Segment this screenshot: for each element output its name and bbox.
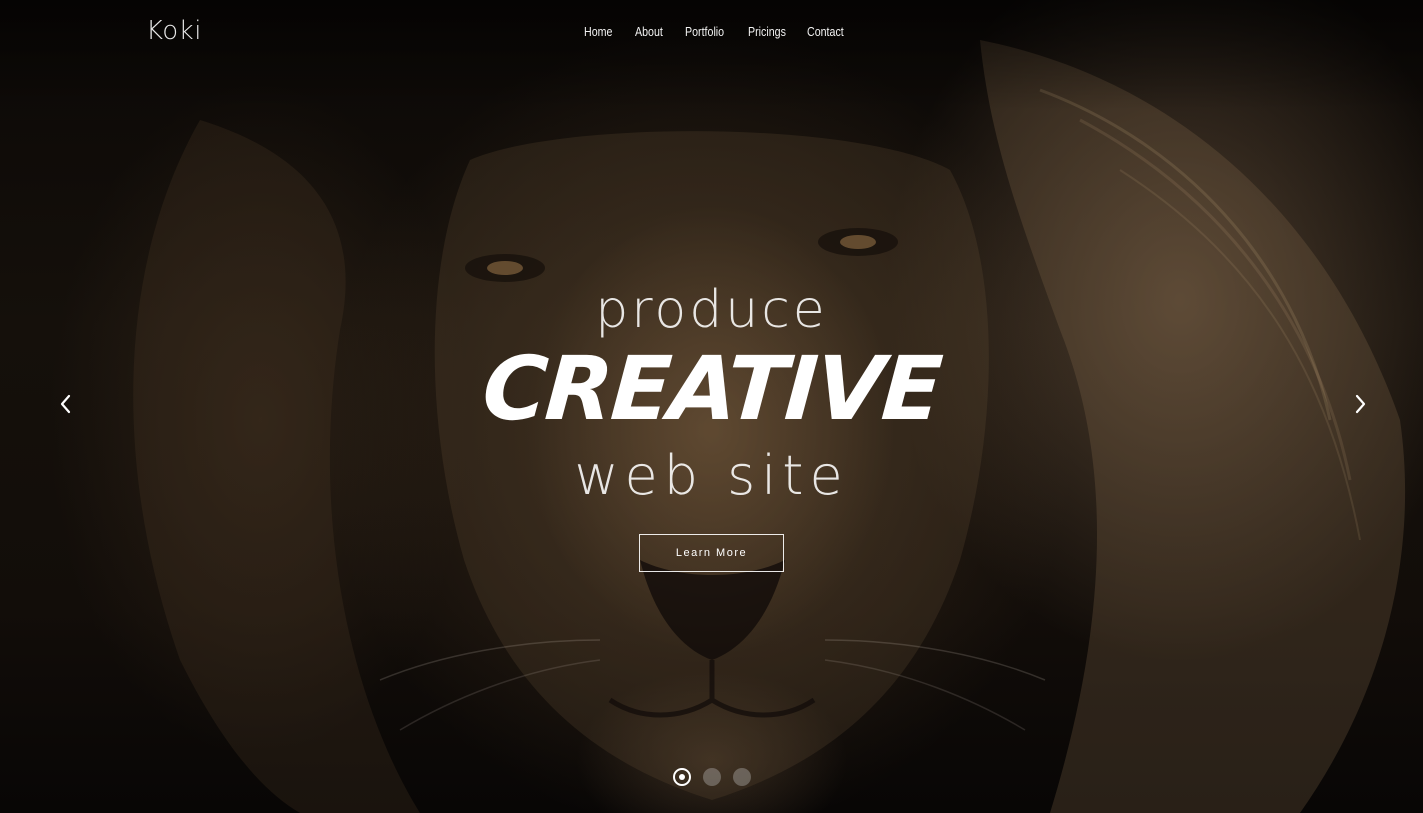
slider-pagination bbox=[673, 768, 751, 786]
learn-more-button[interactable]: Learn More bbox=[639, 534, 784, 572]
hero-line-website: web site bbox=[574, 444, 849, 507]
nav-item-contact[interactable]: Contact bbox=[807, 24, 844, 39]
nav-item-home[interactable]: Home bbox=[584, 24, 612, 39]
nav-item-about[interactable]: About bbox=[635, 24, 663, 39]
nav-item-portfolio[interactable]: Portfolio bbox=[685, 24, 724, 39]
hero-slider: Koki Home About Portfolio Pricings Conta… bbox=[0, 0, 1423, 813]
slider-dot-2[interactable] bbox=[703, 768, 721, 786]
hero-line-creative: CREATIVE bbox=[479, 337, 944, 440]
chevron-right-icon[interactable] bbox=[1348, 392, 1372, 416]
hero-line-produce: produce bbox=[595, 280, 828, 340]
site-logo[interactable]: Koki bbox=[146, 16, 202, 46]
nav-item-pricings[interactable]: Pricings bbox=[748, 24, 786, 39]
chevron-left-icon[interactable] bbox=[54, 392, 78, 416]
slider-dot-1[interactable] bbox=[673, 768, 691, 786]
slider-dot-3[interactable] bbox=[733, 768, 751, 786]
